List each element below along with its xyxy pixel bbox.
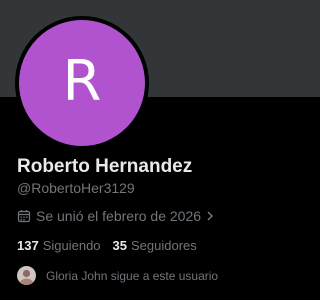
chevron-right-icon [205, 209, 215, 223]
following-label: Siguiendo [42, 238, 101, 253]
joined-date[interactable]: Se unió el febrero de 2026 [17, 207, 215, 225]
avatar-initial: R [62, 49, 102, 114]
display-name: Roberto Hernandez [17, 156, 193, 177]
joined-date-text: Se unió el febrero de 2026 [36, 208, 202, 224]
followers-count: 35 [112, 238, 127, 253]
followed-by-text: Gloria John sigue a este usuario [46, 268, 219, 283]
followers-label: Seguidores [131, 238, 197, 253]
follow-stats: 137 Siguiendo 35 Seguidores [17, 238, 209, 253]
profile-avatar[interactable]: R [15, 16, 149, 150]
follower-avatar [17, 266, 36, 285]
user-handle: @RobertoHer3129 [17, 180, 135, 196]
followed-by-note[interactable]: Gloria John sigue a este usuario [17, 266, 218, 285]
calendar-icon [17, 209, 31, 223]
following-count: 137 [17, 238, 39, 253]
followers-link[interactable]: 35 Seguidores [113, 238, 197, 253]
following-link[interactable]: 137 Siguiendo [17, 238, 101, 253]
